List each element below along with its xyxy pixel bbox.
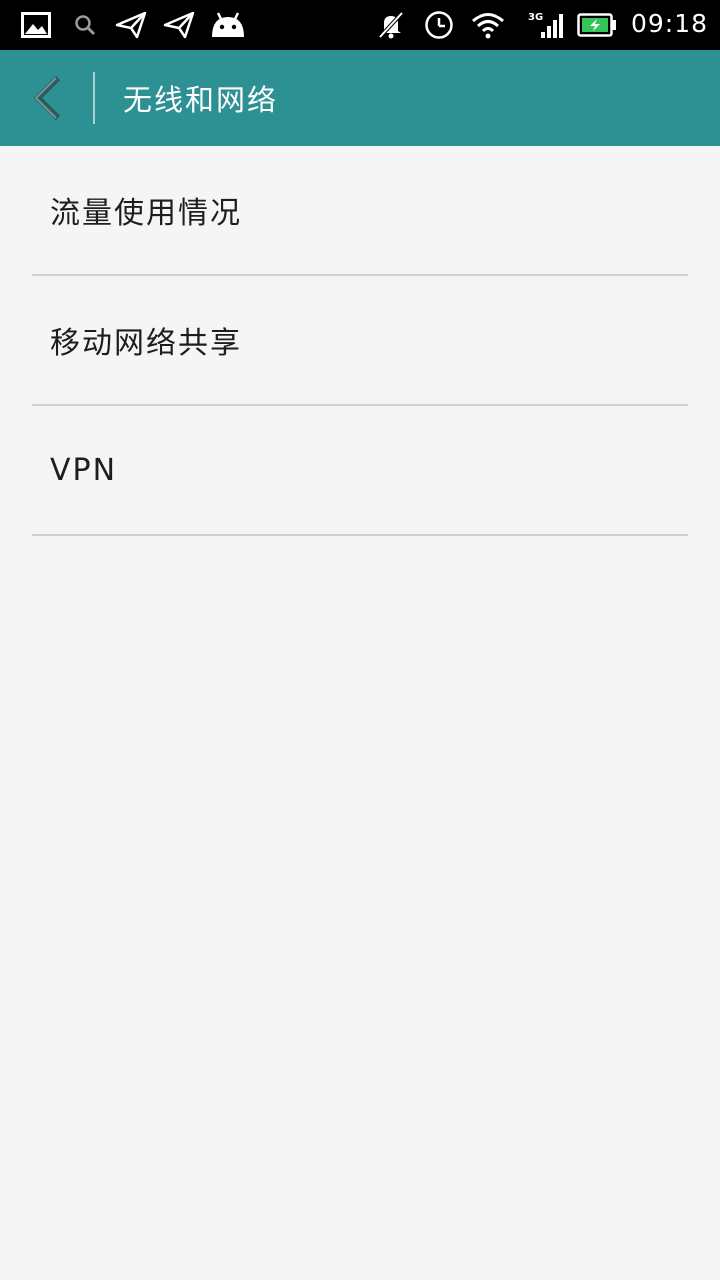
list-item-vpn[interactable]: VPN xyxy=(32,406,688,536)
android-icon xyxy=(208,0,248,50)
chevron-left-icon xyxy=(33,75,61,121)
app-bar: 无线和网络 xyxy=(0,50,720,146)
alarm-icon xyxy=(423,0,455,50)
status-bar: 3G 09:18 xyxy=(0,0,720,50)
list-item-data-usage[interactable]: 流量使用情况 xyxy=(32,146,688,276)
mute-icon xyxy=(376,0,406,50)
title-divider xyxy=(93,72,95,124)
send-icon xyxy=(114,0,148,50)
send-icon xyxy=(162,0,196,50)
list-item-label: VPN xyxy=(50,452,118,488)
image-icon xyxy=(20,0,52,50)
status-time: 09:18 xyxy=(630,8,708,38)
page-title: 无线和网络 xyxy=(123,83,279,117)
battery-charging-icon xyxy=(576,0,618,50)
list-item-label: 移动网络共享 xyxy=(50,326,242,361)
list-item-label: 流量使用情况 xyxy=(50,196,242,231)
wifi-icon xyxy=(470,0,506,50)
search-icon xyxy=(72,0,98,50)
svg-text:3G: 3G xyxy=(528,12,543,23)
back-button[interactable] xyxy=(20,68,76,128)
list-item-tethering[interactable]: 移动网络共享 xyxy=(32,276,688,406)
settings-list: 流量使用情况 移动网络共享 VPN xyxy=(0,146,720,536)
signal-icon: 3G xyxy=(526,0,566,50)
